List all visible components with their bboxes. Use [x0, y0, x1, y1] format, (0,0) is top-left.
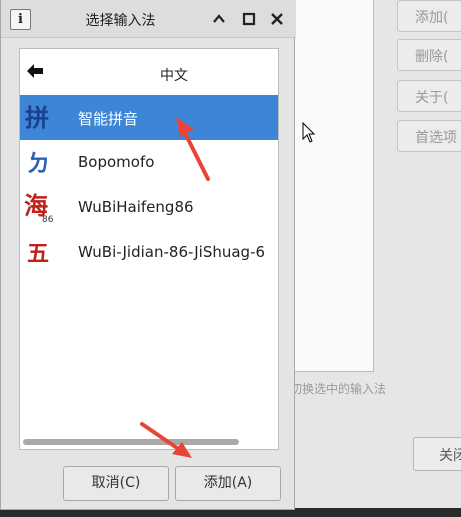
bg-delete-button[interactable]: 删除( [397, 39, 461, 71]
select-input-method-dialog: i 选择输入法 中文 拼 智能拼音 ㄉ Bopomofo 海 86 WuBiHa… [0, 0, 296, 510]
mouse-cursor-icon [302, 122, 316, 143]
list-item-label: WuBi-Jidian-86-JiShuag-6 [78, 243, 266, 261]
svg-text:拼: 拼 [25, 103, 49, 132]
list-item-label: WuBiHaifeng86 [78, 198, 194, 216]
svg-text:ㄉ: ㄉ [27, 151, 50, 177]
list-item-label: Bopomofo [78, 153, 155, 171]
background-input-method-list [290, 0, 374, 372]
list-item-zhineng-pinyin[interactable]: 拼 智能拼音 [20, 95, 278, 140]
scrollbar-thumb[interactable] [23, 439, 239, 445]
wubi-jidian-icon: 五 [27, 241, 49, 267]
close-icon[interactable] [268, 10, 286, 28]
list-item-wubi-haifeng86[interactable]: 海 86 WuBiHaifeng86 [20, 185, 278, 230]
cancel-button[interactable]: 取消(C) [63, 466, 169, 501]
bg-close-button[interactable]: 关闭 [413, 437, 461, 471]
pinyin-icon: 拼 [25, 103, 49, 132]
list-item-bopomofo[interactable]: ㄉ Bopomofo [20, 140, 278, 185]
back-arrow-icon[interactable] [26, 63, 44, 79]
bg-hint-text: 切换选中的输入法 [290, 382, 387, 396]
list-item-label: 智能拼音 [78, 110, 139, 128]
horizontal-scrollbar[interactable] [23, 439, 275, 447]
chevron-up-icon[interactable] [210, 10, 228, 28]
maximize-icon[interactable] [240, 10, 258, 28]
add-button[interactable]: 添加(A) [175, 466, 281, 501]
wubi-haifeng-icon: 海 86 [24, 191, 54, 223]
input-method-list[interactable]: 中文 拼 智能拼音 ㄉ Bopomofo 海 86 WuBiHaifeng86 … [19, 48, 279, 450]
list-item-wubi-jidian[interactable]: 五 WuBi-Jidian-86-JiShuag-6 [20, 230, 278, 275]
bg-about-button[interactable]: 关于( [397, 80, 461, 112]
language-label: 中文 [160, 68, 188, 84]
bg-preferences-button[interactable]: 首选项 [397, 120, 461, 152]
dialog-title: 选择输入法 [85, 13, 156, 29]
dialog-titlebar[interactable]: i 选择输入法 [1, 0, 296, 38]
list-header: 中文 [20, 49, 278, 95]
svg-text:五: 五 [27, 241, 49, 267]
svg-text:86: 86 [42, 215, 54, 223]
bg-add-button[interactable]: 添加( [397, 0, 461, 32]
bopomofo-icon: ㄉ [27, 151, 50, 177]
